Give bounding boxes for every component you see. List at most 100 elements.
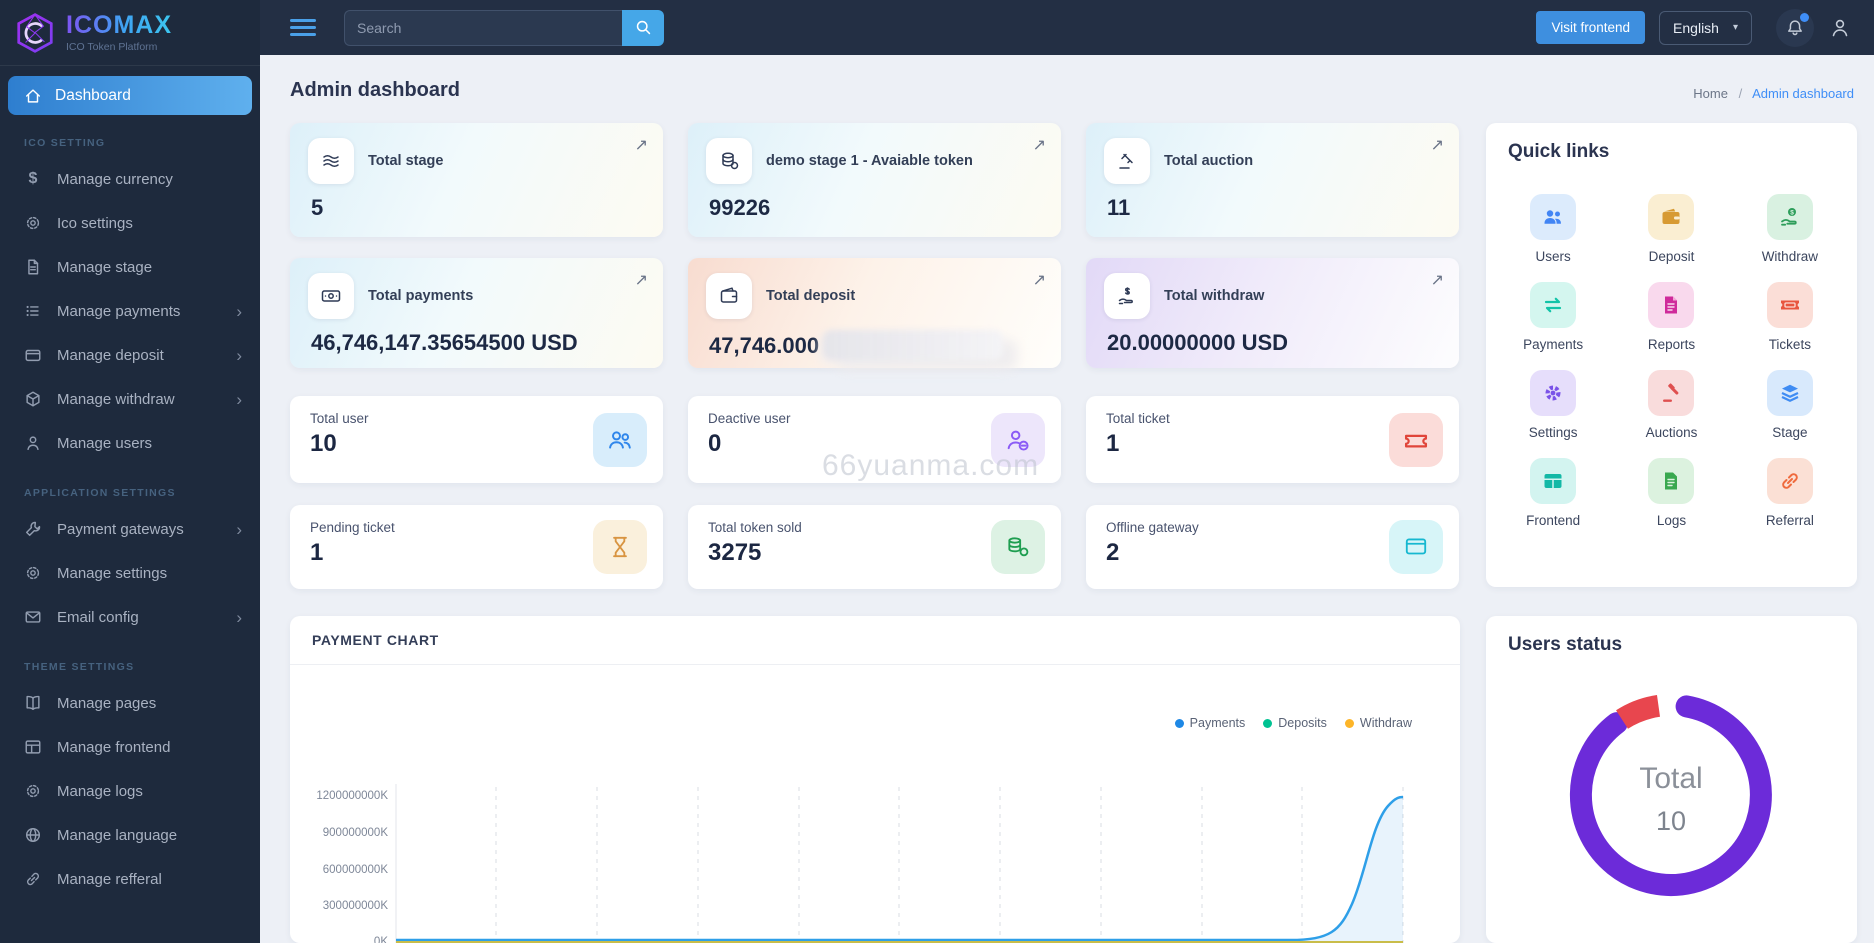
stat-value: 99226 [709,195,771,220]
stat-card-total-user: Total user 10 [290,396,663,483]
quick-link-deposit[interactable]: Deposit [1612,185,1730,273]
sidebar-item-manage-stage[interactable]: Manage stage [0,245,260,289]
sidebar-item-manage-refferal[interactable]: Manage refferal [0,857,260,901]
stat-card-total-token-sold: Total token sold 3275 [688,505,1061,589]
stat-value: 5 [311,195,324,220]
quick-link-label: Settings [1528,425,1578,440]
coins-icon [722,152,739,170]
sidebar-item-ico-settings[interactable]: Ico settings [0,201,260,245]
external-link-arrow-icon[interactable]: ↗ [1431,270,1444,290]
stat-card-total-withdraw: ↗ Total withdraw 20.00000000 USD [1086,258,1459,368]
stat-value: 11 [1107,195,1131,220]
sidebar-item-manage-withdraw[interactable]: Manage withdraw › [0,377,260,421]
sidebar-item-label: Manage stage [57,258,153,276]
quick-link-label: Reports [1647,337,1696,352]
brand-name: ICOMAX [66,10,172,39]
sidebar-item-manage-users[interactable]: Manage users [0,421,260,465]
search-button[interactable] [622,9,664,46]
brand-tagline: ICO Token Platform [66,40,158,53]
language-select[interactable]: English ▾ [1659,10,1752,45]
sidebar-item-manage-language[interactable]: Manage language [0,813,260,857]
layout-icon [25,740,41,754]
sidebar-item-manage-settings[interactable]: Manage settings [0,551,260,595]
quick-link-logs[interactable]: Logs [1612,449,1730,537]
visit-frontend-button[interactable]: Visit frontend [1536,11,1646,44]
external-link-arrow-icon[interactable]: ↗ [635,270,648,290]
quick-links-panel: Quick links Users Deposit $ Withdraw Pay… [1486,123,1857,587]
y-tick: 0K [374,936,388,943]
svg-text:$: $ [1790,209,1794,216]
y-tick: 600000000K [323,864,389,876]
sidebar-item-manage-pages[interactable]: Manage pages [0,681,260,725]
stat-value: 47,746.000 [706,330,1043,360]
external-link-arrow-icon[interactable]: ↗ [1033,270,1046,290]
sidebar-item-label: Payment gateways [57,520,184,538]
sidebar-item-manage-payments[interactable]: Manage payments › [0,289,260,333]
sidebar-item-label: Manage pages [57,694,157,712]
donut-center-label: Total [1639,762,1702,795]
quick-link-label: Tickets [1768,337,1811,352]
donut-center-value: 10 [1656,806,1686,836]
brand[interactable]: ICOMAX ICO Token Platform [0,0,260,66]
envelope-icon [25,611,41,623]
wallet-icon [720,287,738,303]
gear-icon [26,784,40,798]
page-title: Admin dashboard [290,79,461,101]
redacted-blur [823,330,1004,360]
stat-label: Total payments [368,288,474,304]
quick-link-label: Deposit [1648,249,1695,264]
stat-card-deactive-user: Deactive user 0 [688,396,1061,483]
stat-card-pending-ticket: Pending ticket 1 [290,505,663,589]
quick-link-frontend[interactable]: Frontend [1494,449,1612,537]
quick-link-users[interactable]: Users [1494,185,1612,273]
credit-card-icon [25,349,41,362]
exchange-icon [1545,297,1562,313]
sidebar-nav: Dashboard ICO SETTING $ Manage currency … [0,66,260,901]
sidebar-item-manage-deposit[interactable]: Manage deposit › [0,333,260,377]
hamburger-menu-icon[interactable] [290,15,316,40]
gear-icon [26,216,40,230]
quick-link-withdraw[interactable]: $ Withdraw [1731,185,1849,273]
notifications-button[interactable] [1776,8,1814,47]
users-status-card: Users status Total 10 [1486,616,1857,943]
file-icon [28,259,39,275]
layers-icon [323,154,339,168]
breadcrumb-home-link[interactable]: Home [1693,86,1728,101]
breadcrumb: Home / Admin dashboard [1693,86,1854,101]
search-input[interactable] [344,9,622,46]
stat-label: Total withdraw [1164,288,1265,304]
sidebar: ICOMAX ICO Token Platform Dashboard ICO … [0,0,260,943]
search-bar [344,9,664,46]
quick-link-payments[interactable]: Payments [1494,273,1612,361]
quick-link-stage[interactable]: Stage [1731,361,1849,449]
sidebar-item-dashboard[interactable]: Dashboard [8,76,252,115]
sidebar-item-label: Manage logs [57,782,143,800]
quick-link-reports[interactable]: Reports [1612,273,1730,361]
payment-chart-card: PAYMENT CHART Payments Deposits Withdraw [290,616,1460,943]
chevron-right-icon: › [236,301,242,321]
payment-chart-title: PAYMENT CHART [290,616,1460,665]
file-text-icon [1665,472,1678,490]
card-icon [1405,538,1427,555]
quick-link-auctions[interactable]: Auctions [1612,361,1730,449]
external-link-arrow-icon[interactable]: ↗ [1431,135,1444,155]
external-link-arrow-icon[interactable]: ↗ [635,135,648,155]
sidebar-item-manage-frontend[interactable]: Manage frontend [0,725,260,769]
list-icon [26,305,39,317]
quick-link-settings[interactable]: Settings [1494,361,1612,449]
language-value: English [1673,19,1719,36]
sidebar-item-label: Manage frontend [57,738,171,756]
sidebar-item-manage-logs[interactable]: Manage logs [0,769,260,813]
quick-link-referral[interactable]: Referral [1731,449,1849,537]
profile-button[interactable] [1828,16,1852,40]
sidebar-item-manage-currency[interactable]: $ Manage currency [0,157,260,201]
external-link-arrow-icon[interactable]: ↗ [1033,135,1046,155]
sidebar-item-email-config[interactable]: Email config › [0,595,260,639]
sidebar-item-payment-gateways[interactable]: Payment gateways › [0,507,260,551]
link-icon [1782,473,1798,489]
quick-link-tickets[interactable]: Tickets [1731,273,1849,361]
stat-card-total-ticket: Total ticket 1 [1086,396,1459,483]
quick-link-label: Frontend [1526,513,1581,528]
stat-card-offline-gateway: Offline gateway 2 [1086,505,1459,589]
user-icon [1832,19,1848,36]
